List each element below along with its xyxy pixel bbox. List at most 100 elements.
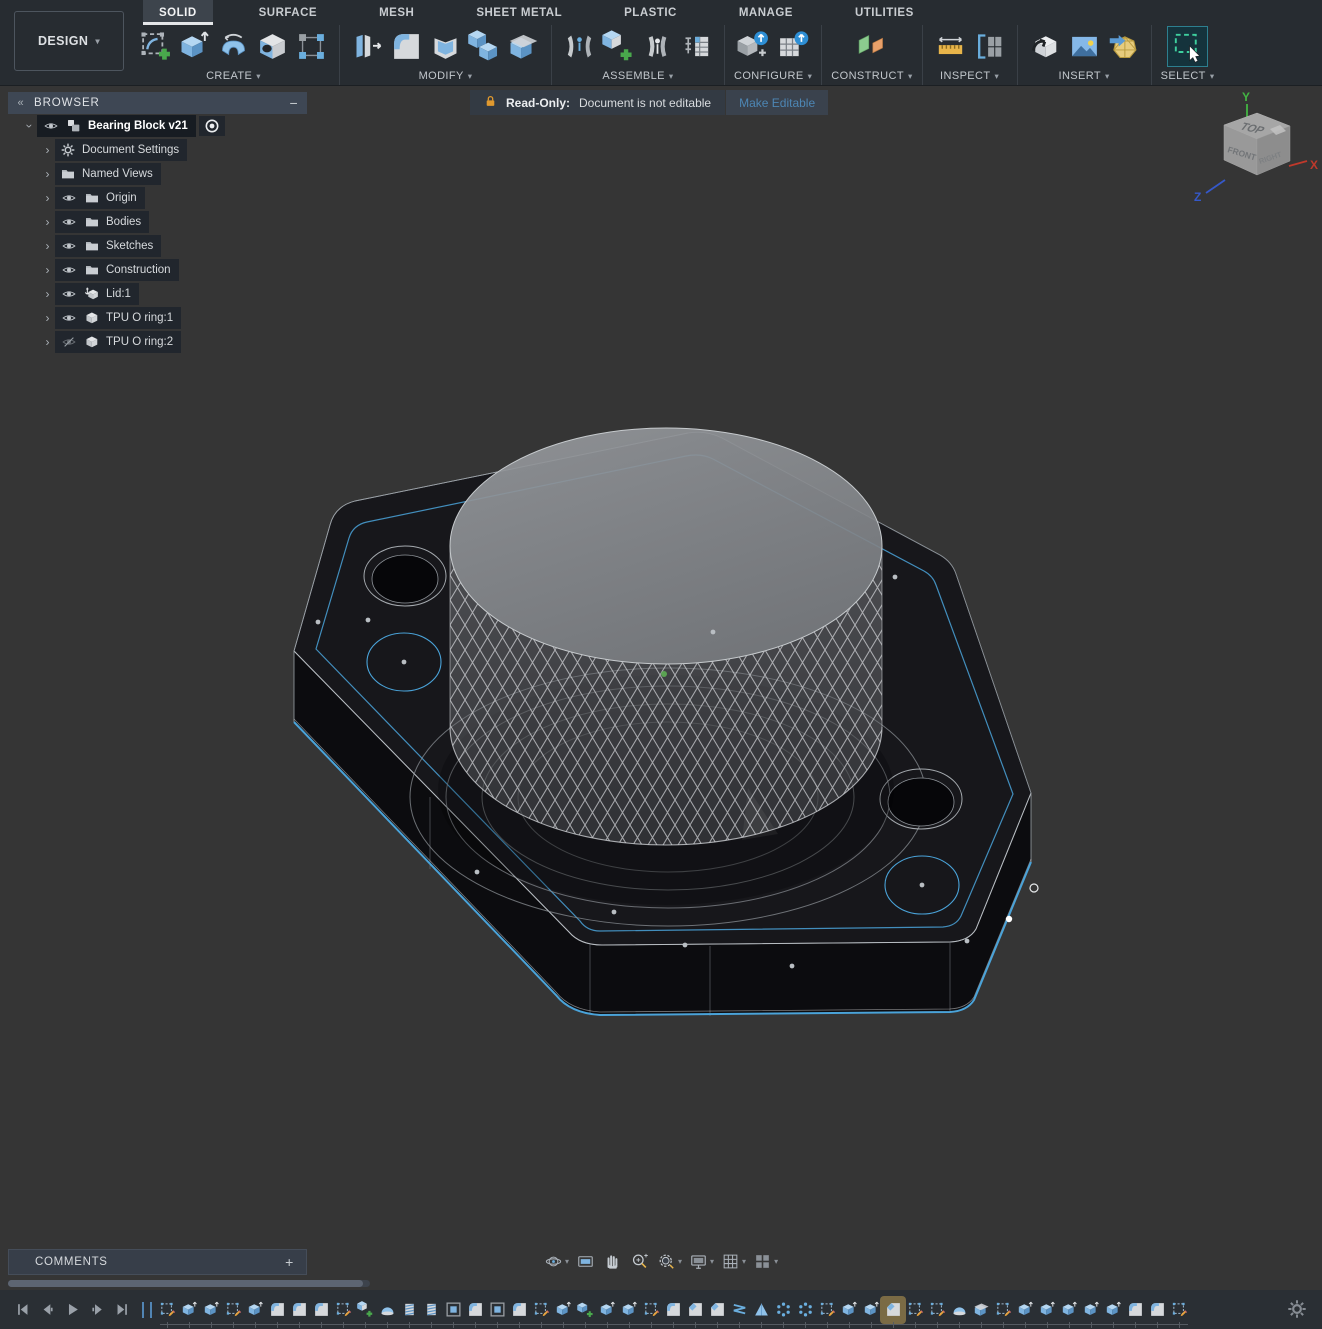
timeline-feature-fillet[interactable] bbox=[508, 1298, 530, 1322]
timeline-feature-extrude[interactable] bbox=[1102, 1298, 1124, 1322]
make-editable-button[interactable]: Make Editable bbox=[726, 90, 828, 115]
tab-manage[interactable]: MANAGE bbox=[723, 0, 809, 25]
grid-snap-icon[interactable] bbox=[717, 1250, 744, 1272]
chevron-down-icon[interactable]: ▾ bbox=[565, 1257, 572, 1266]
visibility-eye-icon[interactable] bbox=[42, 119, 60, 133]
timeline-feature-coil[interactable] bbox=[728, 1298, 750, 1322]
timeline-feature-chamfer[interactable] bbox=[706, 1298, 728, 1322]
timeline-feature-sketch[interactable] bbox=[992, 1298, 1014, 1322]
item-chip[interactable]: Lid:1 bbox=[55, 283, 139, 305]
timeline-feature-extrude-add[interactable] bbox=[574, 1298, 596, 1322]
browser-item-bearing-block-v21[interactable]: ›Bearing Block v21 bbox=[8, 114, 307, 138]
viewports-icon[interactable] bbox=[749, 1250, 776, 1272]
item-chip[interactable]: Origin bbox=[55, 187, 145, 209]
timeline-feature-sketch[interactable] bbox=[332, 1298, 354, 1322]
timeline-feature-extrude[interactable] bbox=[860, 1298, 882, 1322]
split-body-icon[interactable] bbox=[505, 28, 542, 65]
decal-icon[interactable] bbox=[1066, 28, 1103, 65]
rectangular-pattern-icon[interactable] bbox=[293, 28, 330, 65]
display-settings-icon[interactable] bbox=[685, 1250, 712, 1272]
timeline-feature-extrude[interactable] bbox=[618, 1298, 640, 1322]
timeline-feature-extrude[interactable] bbox=[244, 1298, 266, 1322]
revolve-icon[interactable] bbox=[215, 28, 252, 65]
expand-chevron-icon[interactable]: › bbox=[40, 287, 55, 301]
group-label-modify[interactable]: MODIFY▾ bbox=[419, 70, 473, 82]
timeline-feature-extrude[interactable] bbox=[178, 1298, 200, 1322]
tab-sheet-metal[interactable]: SHEET METAL bbox=[460, 0, 578, 25]
sketch-point-open[interactable] bbox=[1030, 884, 1038, 892]
item-chip[interactable]: Construction bbox=[55, 259, 179, 281]
radio-target-icon[interactable] bbox=[204, 118, 220, 134]
orbit-icon[interactable] bbox=[540, 1250, 567, 1272]
item-chip[interactable]: Named Views bbox=[55, 163, 161, 185]
zoom-icon[interactable] bbox=[626, 1250, 653, 1272]
select-window-icon[interactable] bbox=[1169, 28, 1206, 65]
timeline-feature-extrude[interactable] bbox=[596, 1298, 618, 1322]
timeline-feature-sketch[interactable] bbox=[156, 1298, 178, 1322]
browser-item-construction[interactable]: ›Construction bbox=[8, 258, 307, 282]
visibility-eye-icon[interactable] bbox=[60, 239, 78, 253]
item-chip[interactable]: TPU O ring:2 bbox=[55, 331, 181, 353]
timeline-feature-extrude[interactable] bbox=[838, 1298, 860, 1322]
timeline-feature-loft[interactable] bbox=[750, 1298, 772, 1322]
timeline-feature-split-body[interactable] bbox=[970, 1298, 992, 1322]
browser-item-origin[interactable]: ›Origin bbox=[8, 186, 307, 210]
visibility-eye-icon[interactable] bbox=[60, 191, 78, 205]
timeline-feature-sketch[interactable] bbox=[1168, 1298, 1190, 1322]
timeline-feature-extrude[interactable] bbox=[200, 1298, 222, 1322]
timeline-feature-box-pattern[interactable] bbox=[486, 1298, 508, 1322]
extrude-icon[interactable] bbox=[176, 28, 213, 65]
timeline-feature-extrude[interactable] bbox=[1058, 1298, 1080, 1322]
expand-chevron-icon[interactable]: › bbox=[23, 119, 37, 134]
expand-chevron-icon[interactable]: › bbox=[40, 263, 55, 277]
horizontal-scrollbar[interactable] bbox=[8, 1280, 370, 1287]
comments-panel[interactable]: COMMENTS + bbox=[8, 1249, 307, 1275]
timeline-feature-fillet[interactable] bbox=[1146, 1298, 1168, 1322]
group-label-insert[interactable]: INSERT▾ bbox=[1059, 70, 1110, 82]
origin-point[interactable] bbox=[661, 671, 667, 677]
visibility-eye-off-icon[interactable] bbox=[60, 335, 78, 349]
shell-icon[interactable] bbox=[427, 28, 464, 65]
chevron-down-icon[interactable]: ▾ bbox=[710, 1257, 717, 1266]
playback-step-back-button[interactable] bbox=[35, 1298, 59, 1322]
timeline-feature-fillet[interactable] bbox=[662, 1298, 684, 1322]
item-chip[interactable]: Bodies bbox=[55, 211, 149, 233]
item-chip[interactable]: Document Settings bbox=[55, 139, 187, 161]
timeline-feature-fillet[interactable] bbox=[464, 1298, 486, 1322]
timeline-feature-sketch[interactable] bbox=[816, 1298, 838, 1322]
timeline-feature-form[interactable] bbox=[948, 1298, 970, 1322]
tab-surface[interactable]: SURFACE bbox=[243, 0, 333, 25]
measure-icon[interactable] bbox=[932, 28, 969, 65]
expand-chevron-icon[interactable]: › bbox=[40, 311, 55, 325]
playback-step-forward-button[interactable] bbox=[85, 1298, 109, 1322]
expand-chevron-icon[interactable]: › bbox=[40, 215, 55, 229]
timeline-feature-sketch[interactable] bbox=[530, 1298, 552, 1322]
tab-utilities[interactable]: UTILITIES bbox=[839, 0, 930, 25]
chevron-down-icon[interactable]: ▾ bbox=[742, 1257, 749, 1266]
timeline-feature-sketch[interactable] bbox=[926, 1298, 948, 1322]
browser-item-tpu-o-ring-2[interactable]: ›TPU O ring:2 bbox=[8, 330, 307, 354]
sketch-point-selected[interactable] bbox=[1006, 916, 1012, 922]
item-chip[interactable]: TPU O ring:1 bbox=[55, 307, 181, 329]
timeline-feature-chamfer[interactable] bbox=[882, 1298, 904, 1322]
visibility-eye-icon[interactable] bbox=[60, 311, 78, 325]
group-label-select[interactable]: SELECT▾ bbox=[1161, 70, 1215, 82]
item-chip[interactable]: Sketches bbox=[55, 235, 161, 257]
collapse-panel-icon[interactable]: « bbox=[8, 97, 34, 109]
timeline-feature-form[interactable] bbox=[376, 1298, 398, 1322]
press-pull-icon[interactable] bbox=[349, 28, 386, 65]
combine-icon[interactable] bbox=[466, 28, 503, 65]
zoom-window-icon[interactable] bbox=[653, 1250, 680, 1272]
browser-item-bodies[interactable]: ›Bodies bbox=[8, 210, 307, 234]
scrollbar-thumb[interactable] bbox=[8, 1280, 363, 1287]
expand-chevron-icon[interactable]: › bbox=[40, 143, 55, 157]
timeline-feature-circular-pattern[interactable] bbox=[794, 1298, 816, 1322]
item-chip[interactable]: Bearing Block v21 bbox=[37, 115, 196, 137]
look-at-icon[interactable] bbox=[572, 1250, 599, 1272]
timeline-feature-fillet[interactable] bbox=[266, 1298, 288, 1322]
bom-icon[interactable] bbox=[678, 28, 715, 65]
tab-plastic[interactable]: PLASTIC bbox=[608, 0, 693, 25]
model-viewport[interactable]: Y X Z TOP FRONT RIGHT « BROWSER − ›Beari… bbox=[0, 86, 1322, 1290]
insert-mesh-icon[interactable] bbox=[1105, 28, 1142, 65]
group-label-inspect[interactable]: INSPECT▾ bbox=[940, 70, 999, 82]
